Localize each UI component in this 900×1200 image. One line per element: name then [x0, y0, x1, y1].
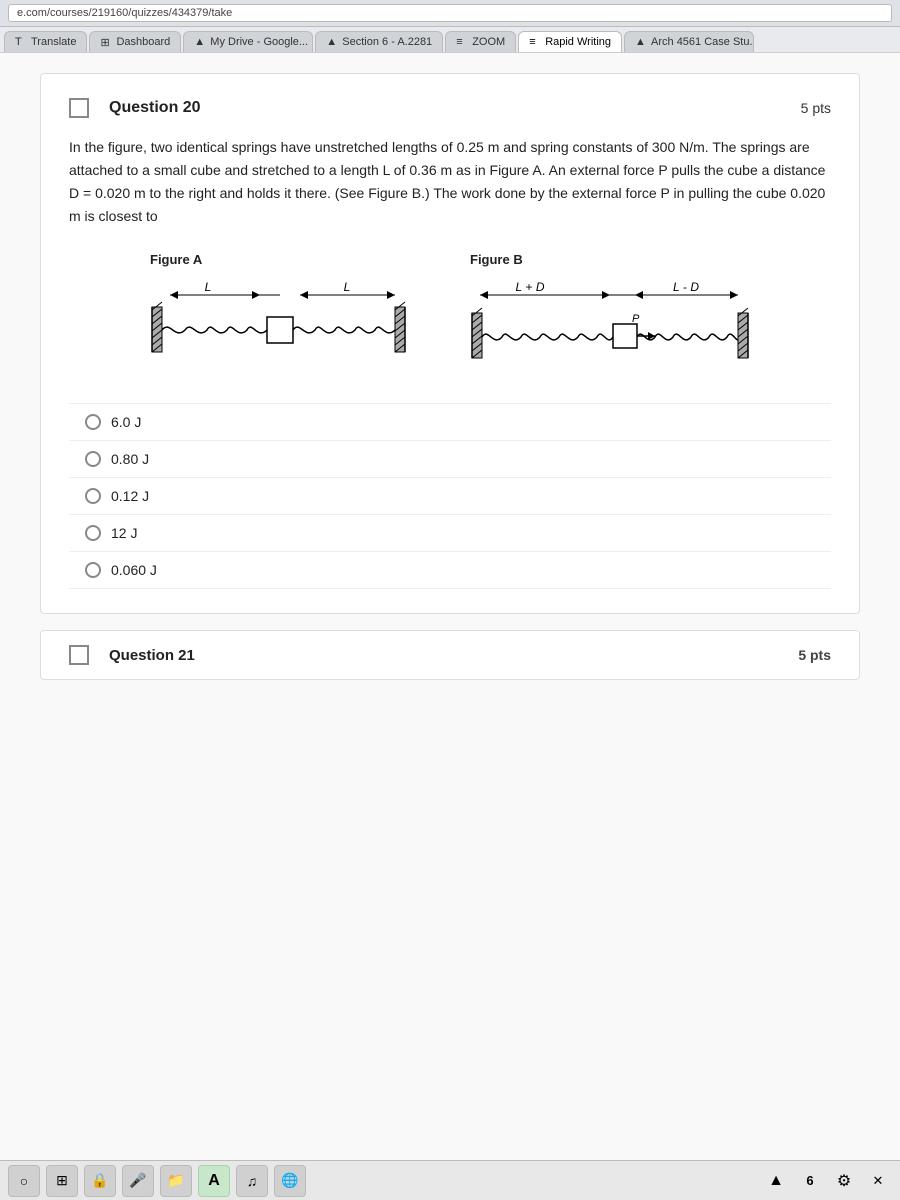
- browser-icon: 🌐: [281, 1172, 298, 1189]
- answer-options: 6.0 J 0.80 J 0.12 J 12 J 0.060 J: [69, 403, 831, 589]
- answer-option-2[interactable]: 0.80 J: [69, 441, 831, 478]
- badge-icon: 6: [796, 1167, 824, 1195]
- tab-translate[interactable]: T Translate: [4, 31, 87, 52]
- tab-arch[interactable]: ▲ Arch 4561 Case Stu...: [624, 31, 754, 52]
- close-icon[interactable]: ✕: [864, 1167, 892, 1195]
- radio-1[interactable]: [85, 414, 101, 430]
- answer-label-1: 6.0 J: [111, 414, 141, 430]
- answer-option-5[interactable]: 0.060 J: [69, 552, 831, 589]
- translate-tab-icon: T: [15, 36, 27, 48]
- music-button[interactable]: ♫: [236, 1165, 268, 1197]
- question21-checkbox[interactable]: [69, 645, 89, 665]
- main-content: Question 20 5 pts In the figure, two ide…: [0, 53, 900, 1193]
- figures-container: Figure A L L: [69, 252, 831, 375]
- tab-arch-label: Arch 4561 Case Stu...: [651, 36, 754, 48]
- browser-button[interactable]: 🌐: [274, 1165, 306, 1197]
- badge-number: 6: [806, 1173, 813, 1188]
- tab-dashboard[interactable]: ⊞ Dashboard: [89, 31, 181, 52]
- radio-2[interactable]: [85, 451, 101, 467]
- folder-icon: 📁: [167, 1172, 184, 1189]
- figure-a-section: Figure A L L: [150, 252, 410, 375]
- question-points: 5 pts: [801, 100, 831, 116]
- figure-b-diagram: L + D L - D: [470, 275, 750, 375]
- svg-text:L: L: [205, 280, 212, 294]
- folder-button[interactable]: 📁: [160, 1165, 192, 1197]
- answer-option-1[interactable]: 6.0 J: [69, 403, 831, 441]
- tab-section6-label: Section 6 - A.2281: [342, 36, 432, 48]
- taskbar: ○ ⊞ 🔒 🎤 📁 A ♫ 🌐 ▲ 6 ⚙ ✕: [0, 1160, 900, 1200]
- tab-zoom[interactable]: ≡ ZOOM: [445, 31, 516, 52]
- lock-icon: 🔒: [91, 1172, 108, 1189]
- radio-3[interactable]: [85, 488, 101, 504]
- question-header: Question 20 5 pts: [69, 98, 831, 118]
- question-text: In the figure, two identical springs hav…: [69, 136, 831, 228]
- answer-option-4[interactable]: 12 J: [69, 515, 831, 552]
- question-21-pts: 5 pts: [798, 647, 831, 663]
- tab-mydrive[interactable]: ▲ My Drive - Google...: [183, 31, 313, 52]
- search-button[interactable]: ○: [8, 1165, 40, 1197]
- grid-icon: ⊞: [56, 1172, 68, 1189]
- tab-dashboard-label: Dashboard: [116, 36, 170, 48]
- tab-mydrive-label: My Drive - Google...: [210, 36, 308, 48]
- music-icon: ♫: [247, 1173, 258, 1189]
- svg-text:L + D: L + D: [515, 280, 544, 294]
- answer-label-4: 12 J: [111, 525, 137, 541]
- tab-bar: T Translate ⊞ Dashboard ▲ My Drive - Goo…: [0, 27, 900, 53]
- answer-label-5: 0.060 J: [111, 562, 157, 578]
- figure-b-section: Figure B L + D: [470, 252, 750, 375]
- text-icon: A: [208, 1172, 220, 1190]
- question-21-title: Question 21: [109, 647, 195, 664]
- answer-label-2: 0.80 J: [111, 451, 149, 467]
- svg-text:L: L: [344, 280, 351, 294]
- text-button[interactable]: A: [198, 1165, 230, 1197]
- question-21-bar: Question 21 5 pts: [40, 630, 860, 680]
- rapidwriting-tab-icon: ≡: [529, 36, 541, 48]
- svg-text:P: P: [632, 313, 640, 325]
- radio-5[interactable]: [85, 562, 101, 578]
- tab-rapidwriting[interactable]: ≡ Rapid Writing: [518, 31, 622, 52]
- arch-tab-icon: ▲: [635, 36, 647, 48]
- question-20-card: Question 20 5 pts In the figure, two ide…: [40, 73, 860, 614]
- figure-b-label: Figure B: [470, 252, 523, 267]
- browser-bar: e.com/courses/219160/quizzes/434379/take: [0, 0, 900, 27]
- mic-icon: 🎤: [129, 1172, 146, 1189]
- answer-label-3: 0.12 J: [111, 488, 149, 504]
- mydrive-tab-icon: ▲: [194, 36, 206, 48]
- figure-a-label: Figure A: [150, 252, 202, 267]
- wifi-icon[interactable]: ▲: [762, 1167, 790, 1195]
- radio-4[interactable]: [85, 525, 101, 541]
- url-bar[interactable]: e.com/courses/219160/quizzes/434379/take: [8, 4, 892, 22]
- search-icon: ○: [20, 1173, 28, 1189]
- lock-button[interactable]: 🔒: [84, 1165, 116, 1197]
- figure-a-diagram: L L: [150, 275, 410, 365]
- tab-translate-label: Translate: [31, 36, 76, 48]
- zoom-tab-icon: ≡: [456, 36, 468, 48]
- tab-section6[interactable]: ▲ Section 6 - A.2281: [315, 31, 443, 52]
- section6-tab-icon: ▲: [326, 36, 338, 48]
- gear-icon[interactable]: ⚙: [830, 1167, 858, 1195]
- mic-button[interactable]: 🎤: [122, 1165, 154, 1197]
- answer-option-3[interactable]: 0.12 J: [69, 478, 831, 515]
- svg-text:L - D: L - D: [673, 280, 699, 294]
- question-checkbox[interactable]: [69, 98, 89, 118]
- tab-rapidwriting-label: Rapid Writing: [545, 36, 611, 48]
- dashboard-tab-icon: ⊞: [100, 36, 112, 48]
- question-title: Question 20: [109, 99, 201, 117]
- tab-zoom-label: ZOOM: [472, 36, 505, 48]
- grid-button[interactable]: ⊞: [46, 1165, 78, 1197]
- taskbar-right: ▲ 6 ⚙ ✕: [762, 1167, 892, 1195]
